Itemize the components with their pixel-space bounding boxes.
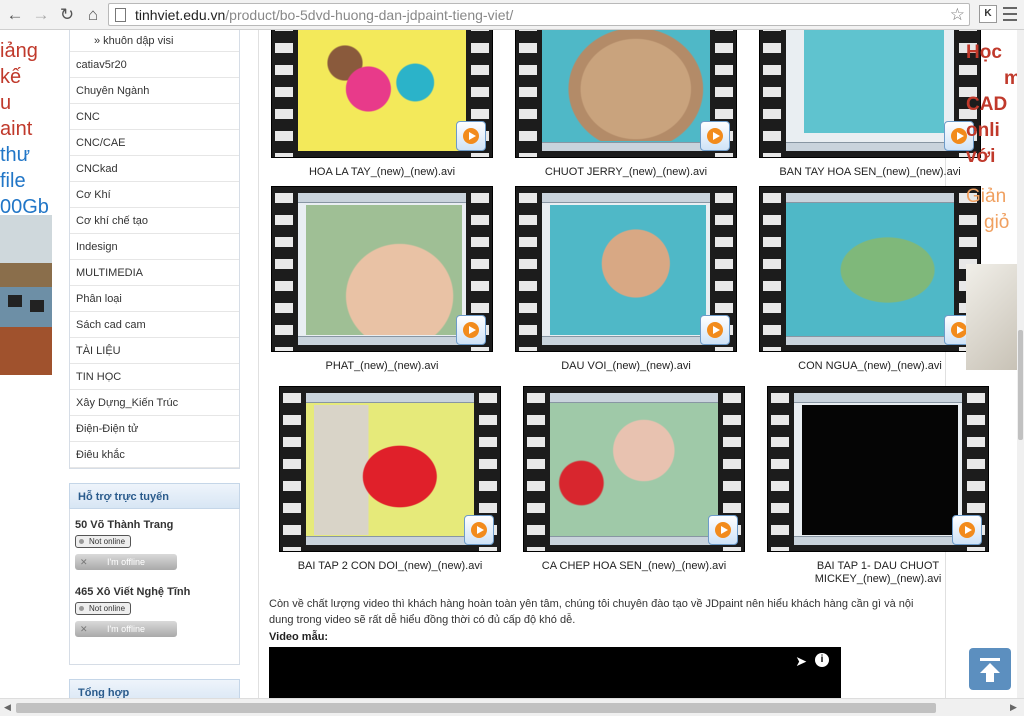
bookmark-star-icon[interactable]: ☆ xyxy=(950,5,965,25)
scroll-left-icon[interactable]: ◀ xyxy=(4,702,11,713)
video-thumbnail[interactable]: PHAT_(new)_(new).avi xyxy=(271,186,493,373)
support-agent-name: 50 Võ Thành Trang xyxy=(75,519,174,531)
address-bar[interactable]: tinhviet.edu.vn/product/bo-5dvd-huong-da… xyxy=(108,3,970,26)
video-caption[interactable]: CA CHEP HOA SEN_(new)_(new).avi xyxy=(523,560,745,573)
video-caption[interactable]: CON NGUA_(new)_(new).avi xyxy=(759,360,981,373)
support-box-title: Hỗ trợ trực tuyến xyxy=(69,483,240,509)
support-agent-name: 465 Xô Viết Nghệ Tĩnh xyxy=(75,586,191,598)
play-icon[interactable] xyxy=(464,515,494,545)
sample-video-player[interactable]: ➤ i xyxy=(269,647,841,698)
category-item[interactable]: CNCkad xyxy=(70,156,239,182)
chat-offline-button[interactable]: I'm offline xyxy=(75,621,177,637)
category-item[interactable]: Cơ khí chế tạo xyxy=(70,208,239,234)
video-caption[interactable]: DAU VOI_(new)_(new).avi xyxy=(515,360,737,373)
right-ad-banner[interactable]: Học m CAD onli với Giản giỏ xyxy=(966,40,1017,236)
video-thumbnail[interactable]: CON NGUA_(new)_(new).avi xyxy=(759,186,981,373)
category-item[interactable]: Điêu khắc xyxy=(70,442,239,468)
left-ad-banner[interactable]: iảng kế u aint thư file 00Gb xyxy=(0,38,56,220)
right-ad-photo[interactable] xyxy=(966,264,1017,370)
play-icon[interactable] xyxy=(708,515,738,545)
video-caption[interactable]: BAN TAY HOA SEN_(new)_(new).avi xyxy=(759,166,981,179)
summary-box-title: Tổng hợp xyxy=(69,679,240,698)
sample-video-label: Video mẫu: xyxy=(269,631,329,643)
play-icon[interactable] xyxy=(456,121,486,151)
category-item[interactable]: catiav5r20 xyxy=(70,52,239,78)
play-icon[interactable] xyxy=(700,121,730,151)
category-item[interactable]: Phân loại xyxy=(70,286,239,312)
video-thumbnail[interactable]: BAN TAY HOA SEN_(new)_(new).avi xyxy=(759,30,981,179)
page-content: iảng kế u aint thư file 00Gb » khuôn dập… xyxy=(0,30,1017,698)
video-thumbnail[interactable]: BAI TAP 1- DAU CHUOT MICKEY_(new)_(new).… xyxy=(767,386,989,586)
video-caption[interactable]: BAI TAP 1- DAU CHUOT MICKEY_(new)_(new).… xyxy=(767,560,989,586)
chrome-menu-icon[interactable] xyxy=(1002,3,1018,25)
chat-offline-button[interactable]: I'm offline xyxy=(75,554,177,570)
play-icon[interactable] xyxy=(700,315,730,345)
video-caption[interactable]: BAI TAP 2 CON DOI_(new)_(new).avi xyxy=(279,560,501,573)
support-box: 50 Võ Thành Trang Not online I'm offline… xyxy=(69,509,240,665)
back-arrow-icon[interactable]: ← xyxy=(4,4,26,26)
video-caption[interactable]: PHAT_(new)_(new).avi xyxy=(271,360,493,373)
category-item[interactable]: Indesign xyxy=(70,234,239,260)
browser-toolbar: ← → ↻ ⌂ tinhviet.edu.vn/product/bo-5dvd-… xyxy=(0,0,1024,30)
left-ad-photo[interactable] xyxy=(0,215,52,375)
category-item[interactable]: Cơ Khí xyxy=(70,182,239,208)
category-item[interactable]: TIN HỌC xyxy=(70,364,239,390)
video-thumbnail[interactable]: CA CHEP HOA SEN_(new)_(new).avi xyxy=(523,386,745,573)
category-item[interactable]: Xây Dựng_Kiến Trúc xyxy=(70,390,239,416)
share-icon[interactable]: ➤ xyxy=(795,653,807,670)
status-badge[interactable]: Not online xyxy=(75,602,132,615)
sidebar: » khuôn dập visi catiav5r20 Chuyên Ngành… xyxy=(69,30,240,698)
category-item[interactable]: CNC xyxy=(70,104,239,130)
reload-icon[interactable]: ↻ xyxy=(56,4,78,26)
url-text: tinhviet.edu.vn/product/bo-5dvd-huong-da… xyxy=(135,7,514,23)
play-icon[interactable] xyxy=(456,315,486,345)
home-icon[interactable]: ⌂ xyxy=(82,4,104,26)
category-item[interactable]: Chuyên Ngành xyxy=(70,78,239,104)
vertical-scrollbar[interactable] xyxy=(1017,30,1024,698)
video-caption[interactable]: CHUOT JERRY_(new)_(new).avi xyxy=(515,166,737,179)
category-subitem[interactable]: » khuôn dập visi xyxy=(70,30,239,52)
category-item[interactable]: TÀI LIỆU xyxy=(70,338,239,364)
category-item[interactable]: CNC/CAE xyxy=(70,130,239,156)
back-to-top-button[interactable] xyxy=(969,648,1011,690)
video-thumbnail[interactable]: HOA LA TAY_(new)_(new).avi xyxy=(271,30,493,179)
status-badge[interactable]: Not online xyxy=(75,535,132,548)
extension-k-button[interactable]: K xyxy=(979,5,997,23)
forward-arrow-icon[interactable]: → xyxy=(30,4,52,26)
horizontal-scrollbar[interactable]: ◀ ▶ xyxy=(0,698,1024,716)
page-icon xyxy=(115,8,126,22)
video-thumbnail[interactable]: CHUOT JERRY_(new)_(new).avi xyxy=(515,30,737,179)
scroll-right-icon[interactable]: ▶ xyxy=(1010,702,1017,713)
category-item[interactable]: Điện-Điện tử xyxy=(70,416,239,442)
category-list: » khuôn dập visi catiav5r20 Chuyên Ngành… xyxy=(69,30,240,469)
video-thumbnail[interactable]: BAI TAP 2 CON DOI_(new)_(new).avi xyxy=(279,386,501,573)
video-thumbnail[interactable]: DAU VOI_(new)_(new).avi xyxy=(515,186,737,373)
category-item[interactable]: MULTIMEDIA xyxy=(70,260,239,286)
play-icon[interactable] xyxy=(952,515,982,545)
category-item[interactable]: Sách cad cam xyxy=(70,312,239,338)
video-caption[interactable]: HOA LA TAY_(new)_(new).avi xyxy=(271,166,493,179)
info-icon[interactable]: i xyxy=(815,653,829,667)
main-content: HOA LA TAY_(new)_(new).avi CHUOT JERRY_(… xyxy=(258,30,989,698)
product-description: Còn về chất lượng video thì khách hàng h… xyxy=(269,598,914,626)
